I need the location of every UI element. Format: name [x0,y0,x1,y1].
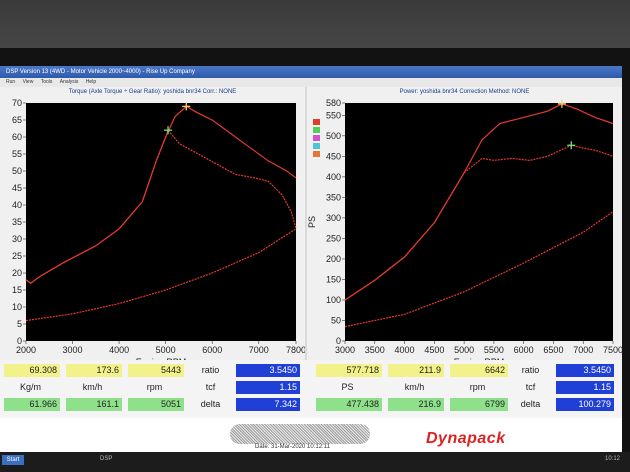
torque-ytick-label: 20 [12,268,22,278]
power-xtick-label: 7500 [603,345,622,355]
power-ytick-label: 200 [326,254,341,264]
left-unit-speed: km/h [66,381,122,394]
torque-ytick-label: 25 [12,251,22,261]
legend-swatch-green[interactable] [313,127,320,133]
torque-chart: 70656055504540353025201510502000 3000 4000… [12,98,305,365]
power-xtick-label: 3500 [365,345,385,355]
taskbar-item-dsp[interactable]: DSP [100,456,112,462]
torque-xtick-label: 4000 [109,345,129,355]
window-title: DSP Version 13 (4WD - Motor Vehicle 2000… [0,66,622,78]
power-xtick-label: 5500 [484,345,504,355]
power-ytick-label: 150 [326,274,341,284]
legend-swatch-red[interactable] [313,119,320,125]
power-xtick-label: 4000 [395,345,415,355]
right-max-power: 577.718 [316,364,382,377]
left-tcf-label: tcf [192,381,232,394]
power-ytick-label: 550 [326,110,341,120]
torque-ytick-label: 40 [12,200,22,210]
right-max-rpm: 6642 [450,364,508,377]
power-ytick-label: 250 [326,233,341,243]
right-tcf-label: tcf [512,381,552,394]
right-unit-speed: km/h [388,381,444,394]
torque-ytick-label: 45 [12,183,22,193]
left-delta-value: 7.342 [236,398,300,411]
right-unit-rpm: rpm [450,381,508,394]
right-cursor-speed: 216.9 [388,398,444,411]
redacted-name [230,424,370,444]
torque-xtick-label: 6000 [202,345,222,355]
right-delta-value: 100.279 [556,398,614,411]
right-ratio-value: 3.5450 [556,364,614,377]
power-ytick-label: 350 [326,192,341,202]
menu-bar: Run View Tools Analysis Help [0,78,622,87]
power-ytick-label: 50 [331,315,341,325]
right-ratio-label: ratio [512,364,552,377]
left-cursor-speed: 161.1 [66,398,122,411]
left-tcf-value: 1.15 [236,381,300,394]
torque-ytick-label: 15 [12,285,22,295]
right-delta-label: delta [512,398,552,411]
menu-view[interactable]: View [23,79,34,85]
power-ytick-label: 300 [326,213,341,223]
start-button[interactable]: Start [2,455,24,465]
menu-run[interactable]: Run [6,79,15,85]
power-xtick-label: 5000 [454,345,474,355]
torque-ytick-label: 65 [12,115,22,125]
menu-help[interactable]: Help [86,79,96,85]
left-max-rpm: 5443 [128,364,184,377]
torque-ytick-label: 50 [12,166,22,176]
left-unit-rpm: rpm [128,381,184,394]
torque-xtick-label: 5000 [156,345,176,355]
torque-ytick-label: 30 [12,234,22,244]
taskbar-clock: 10:12 [604,456,620,462]
legend-swatch-orange[interactable] [313,151,320,157]
right-cursor-rpm: 6799 [450,398,508,411]
power-ytick-label: 400 [326,172,341,182]
readout-area: 69.308 173.6 5443 ratio 3.5450 Kg/m km/h… [0,360,622,420]
torque-ytick-label: 55 [12,149,22,159]
left-delta-label: delta [192,398,232,411]
menu-tools[interactable]: Tools [41,79,53,85]
power-xtick-label: 4500 [424,345,444,355]
left-unit-torque: Kg/m [4,381,60,394]
torque-xtick-label: 2000 [16,345,36,355]
left-ratio-value: 3.5450 [236,364,300,377]
power-ytick-label: 500 [326,131,341,141]
torque-plot-area [26,103,296,341]
dynapack-logo: Dynapack [426,430,506,447]
right-max-speed: 211.9 [388,364,444,377]
power-xtick-label: 6500 [543,345,563,355]
torque-xtick-label: 7800 [286,345,305,355]
legend-swatch-cyan[interactable] [313,143,320,149]
right-cursor-power: 477.438 [316,398,382,411]
left-max-torque: 69.308 [4,364,60,377]
left-cursor-torque: 61.966 [4,398,60,411]
torque-ytick-label: 60 [12,132,22,142]
power-xtick-label: 3000 [335,345,355,355]
right-tcf-value: 1.15 [556,381,614,394]
power-chart: 5805505004504003503002502001501005003000… [307,98,622,365]
torque-xtick-label: 3000 [63,345,83,355]
torque-xtick-label: 7000 [249,345,269,355]
power-ytick-label: 450 [326,151,341,161]
left-cursor-rpm: 5051 [128,398,184,411]
menu-analysis[interactable]: Analysis [60,79,79,85]
left-max-speed: 173.6 [66,364,122,377]
torque-ytick-label: 5 [17,319,22,329]
dsp-app-window: DSP Version 13 (4WD - Motor Vehicle 2000… [0,66,622,466]
torque-ytick-label: 35 [12,217,22,227]
right-unit-power: PS [316,381,382,394]
test-date: Date: 31-Mar-2020 10:12:11 [255,444,330,450]
torque-ytick-label: 10 [12,302,22,312]
left-ratio-label: ratio [192,364,232,377]
power-ytick-label: 580 [326,98,341,108]
power-xtick-label: 6000 [514,345,534,355]
power-plot-area [345,103,613,341]
power-ytick-label: 100 [326,295,341,305]
legend-swatch-magenta[interactable] [313,135,320,141]
power-ylabel: PS [307,216,317,228]
taskbar: Start DSP 10:12 [0,452,630,472]
power-xtick-label: 7000 [573,345,593,355]
torque-ytick-label: 70 [12,98,22,108]
